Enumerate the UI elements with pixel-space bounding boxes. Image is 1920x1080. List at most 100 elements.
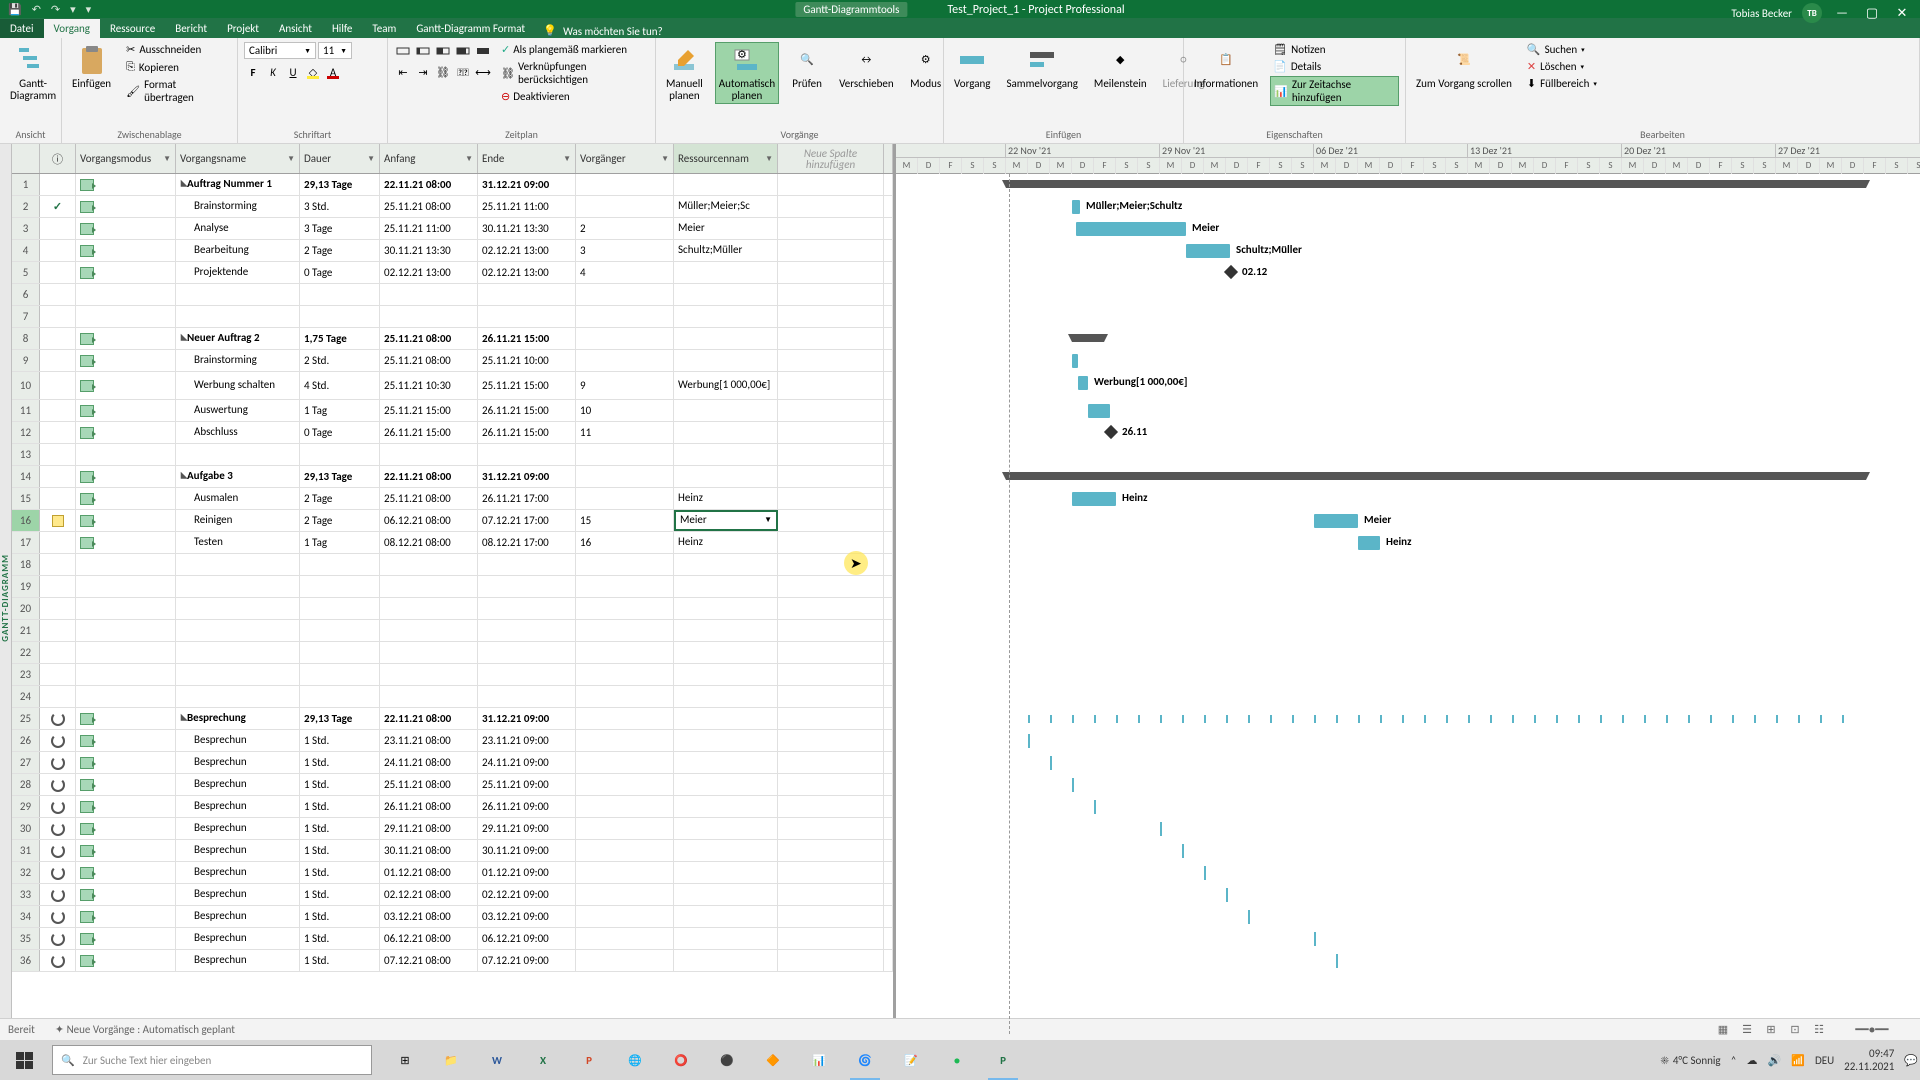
details-button[interactable]: 📄Details bbox=[1270, 59, 1399, 74]
table-row[interactable]: 12Abschluss0 Tage26.11.21 15:0026.11.21 … bbox=[12, 422, 893, 444]
new-task-button[interactable]: Vorgang bbox=[950, 42, 994, 92]
chrome-icon[interactable]: ⭕ bbox=[660, 1040, 702, 1080]
table-row[interactable]: 26Besprechun1 Std.23.11.21 08:0023.11.21… bbox=[12, 730, 893, 752]
table-row[interactable]: 2✓Brainstorming3 Std.25.11.21 08:0025.11… bbox=[12, 196, 893, 218]
fill-color-button[interactable]: ◇ bbox=[304, 63, 322, 81]
table-row[interactable]: 24 bbox=[12, 686, 893, 708]
table-row[interactable]: 6 bbox=[12, 284, 893, 306]
word-icon[interactable]: W bbox=[476, 1040, 518, 1080]
deactivate-button[interactable]: ⊖Deaktivieren bbox=[500, 89, 649, 104]
format-painter-button[interactable]: 🖌Format übertragen bbox=[123, 77, 231, 105]
clear-button[interactable]: ✕Löschen▾ bbox=[1524, 59, 1600, 74]
pct25-button[interactable] bbox=[414, 42, 432, 60]
tab-file[interactable]: Datei bbox=[0, 19, 44, 38]
bold-button[interactable]: F bbox=[244, 63, 262, 81]
table-row[interactable]: 5Projektende0 Tage02.12.21 13:0002.12.21… bbox=[12, 262, 893, 284]
col-rownum[interactable] bbox=[12, 144, 40, 173]
table-row[interactable]: 36Besprechun1 Std.07.12.21 08:0007.12.21… bbox=[12, 950, 893, 972]
table-row[interactable]: 28Besprechun1 Std.25.11.21 08:0025.11.21… bbox=[12, 774, 893, 796]
col-end[interactable]: Ende▼ bbox=[478, 144, 576, 173]
fill-button[interactable]: ⬇Füllbereich▾ bbox=[1524, 76, 1600, 91]
table-row[interactable]: 35Besprechun1 Std.06.12.21 08:0006.12.21… bbox=[12, 928, 893, 950]
gantt-view-button[interactable]: Gantt-Diagramm bbox=[6, 42, 60, 104]
close-icon[interactable]: ✕ bbox=[1892, 6, 1912, 21]
find-button[interactable]: 🔍Suchen▾ bbox=[1524, 42, 1600, 57]
onedrive-icon[interactable]: ☁ bbox=[1747, 1054, 1758, 1067]
info-button[interactable]: 📋Informationen bbox=[1190, 42, 1262, 92]
table-row[interactable]: 21 bbox=[12, 620, 893, 642]
table-row[interactable]: 10Werbung schalten4 Std.25.11.21 10:3025… bbox=[12, 372, 893, 400]
table-row[interactable]: 8Neuer Auftrag 21,75 Tage25.11.21 08:002… bbox=[12, 328, 893, 350]
tell-me-search[interactable]: 💡 Was möchten Sie tun? bbox=[543, 24, 663, 38]
pct75-button[interactable] bbox=[454, 42, 472, 60]
table-row[interactable]: 33Besprechun1 Std.02.12.21 08:0002.12.21… bbox=[12, 884, 893, 906]
table-row[interactable]: 23 bbox=[12, 664, 893, 686]
undo-icon[interactable]: ↶ bbox=[32, 3, 41, 16]
table-row[interactable]: 34Besprechun1 Std.03.12.21 08:0003.12.21… bbox=[12, 906, 893, 928]
gantt-bar[interactable] bbox=[1088, 404, 1110, 418]
tab-ansicht[interactable]: Ansicht bbox=[269, 19, 322, 38]
taskbar-search[interactable]: 🔍Zur Suche Text hier eingeben bbox=[52, 1045, 372, 1075]
gantt-bar[interactable]: Meier bbox=[1314, 514, 1358, 528]
tab-team[interactable]: Team bbox=[362, 19, 406, 38]
link-button[interactable]: ⛓ bbox=[434, 63, 452, 81]
tab-hilfe[interactable]: Hilfe bbox=[322, 19, 362, 38]
redo-icon[interactable]: ↷ bbox=[51, 3, 60, 16]
col-duration[interactable]: Dauer▼ bbox=[300, 144, 380, 173]
app-icon[interactable]: 🔶 bbox=[752, 1040, 794, 1080]
table-row[interactable]: 30Besprechun1 Std.29.11.21 08:0029.11.21… bbox=[12, 818, 893, 840]
copy-button[interactable]: ⎘Kopieren bbox=[123, 59, 231, 75]
table-row[interactable]: 16Reinigen2 Tage06.12.21 08:0007.12.21 1… bbox=[12, 510, 893, 532]
notification-icon[interactable]: 💬 bbox=[1904, 1054, 1918, 1067]
table-row[interactable]: 18 bbox=[12, 554, 893, 576]
gantt-bar[interactable]: Meier bbox=[1076, 222, 1186, 236]
underline-button[interactable]: U bbox=[284, 63, 302, 81]
paste-button[interactable]: Einfügen bbox=[68, 42, 115, 92]
edge-icon[interactable]: 🌐 bbox=[614, 1040, 656, 1080]
zoom-slider[interactable]: ━━●━━ bbox=[1832, 1021, 1912, 1039]
manual-schedule-button[interactable]: Manuell planen bbox=[662, 42, 707, 104]
project-icon[interactable]: P bbox=[982, 1040, 1024, 1080]
lang-indicator[interactable]: DEU bbox=[1815, 1054, 1834, 1067]
table-row[interactable]: 32Besprechun1 Std.01.12.21 08:0001.12.21… bbox=[12, 862, 893, 884]
tab-vorgang[interactable]: Vorgang bbox=[44, 19, 100, 38]
table-row[interactable]: 3Analyse3 Tage25.11.21 11:0030.11.21 13:… bbox=[12, 218, 893, 240]
task-view-icon[interactable]: ⊞ bbox=[384, 1040, 426, 1080]
qat-more-icon[interactable]: ▾ bbox=[86, 3, 92, 16]
doc-icon[interactable]: ▾ bbox=[70, 3, 76, 16]
table-row[interactable]: 7 bbox=[12, 306, 893, 328]
table-row[interactable]: 14Aufgabe 329,13 Tage22.11.21 08:0031.12… bbox=[12, 466, 893, 488]
clock[interactable]: 09:4722.11.2021 bbox=[1844, 1047, 1894, 1073]
table-row[interactable]: 25Besprechung29,13 Tage22.11.21 08:0031.… bbox=[12, 708, 893, 730]
gantt-bar[interactable]: Schultz;Müller bbox=[1186, 244, 1230, 258]
col-name[interactable]: Vorgangsname▼ bbox=[176, 144, 300, 173]
tab-gantt-diagramm-format[interactable]: Gantt-Diagramm Format bbox=[406, 19, 535, 38]
milestone-icon[interactable] bbox=[1224, 265, 1238, 279]
col-predecessor[interactable]: Vorgänger▼ bbox=[576, 144, 674, 173]
respect-links-button[interactable]: ⛓Verknüpfungen berücksichtigen bbox=[500, 59, 649, 87]
font-color-button[interactable]: A bbox=[324, 63, 342, 81]
volume-icon[interactable]: 🔊 bbox=[1768, 1054, 1782, 1067]
table-row[interactable]: 22 bbox=[12, 642, 893, 664]
gantt-bar[interactable] bbox=[1072, 354, 1078, 368]
add-to-timeline-button[interactable]: 📊Zur Zeitachse hinzufügen bbox=[1270, 76, 1399, 106]
mark-ontrack-button[interactable]: ✓Als plangemäß markieren bbox=[500, 42, 649, 57]
tab-bericht[interactable]: Bericht bbox=[165, 19, 217, 38]
pct50-button[interactable] bbox=[434, 42, 452, 60]
spotify-icon[interactable]: ● bbox=[936, 1040, 978, 1080]
split-button[interactable]: ⟷ bbox=[474, 63, 492, 81]
minimize-icon[interactable]: — bbox=[1832, 6, 1852, 21]
powerpoint-icon[interactable]: P bbox=[568, 1040, 610, 1080]
unlink-button[interactable]: ⛓̸ bbox=[454, 63, 472, 81]
view-usage-icon[interactable]: ☰ bbox=[1736, 1021, 1758, 1039]
user-name[interactable]: Tobias Becker bbox=[1731, 7, 1792, 20]
gantt-bar[interactable]: Heinz bbox=[1072, 492, 1116, 506]
pct0-button[interactable] bbox=[394, 42, 412, 60]
table-row[interactable]: 4Bearbeitung2 Tage30.11.21 13:3002.12.21… bbox=[12, 240, 893, 262]
auto-schedule-button[interactable]: ⚙Automatisch planen bbox=[715, 42, 779, 104]
italic-button[interactable]: K bbox=[264, 63, 282, 81]
move-button[interactable]: ↔Verschieben bbox=[835, 42, 898, 92]
table-row[interactable]: 13 bbox=[12, 444, 893, 466]
col-start[interactable]: Anfang▼ bbox=[380, 144, 478, 173]
font-family-select[interactable]: Calibri▼ bbox=[244, 42, 316, 59]
